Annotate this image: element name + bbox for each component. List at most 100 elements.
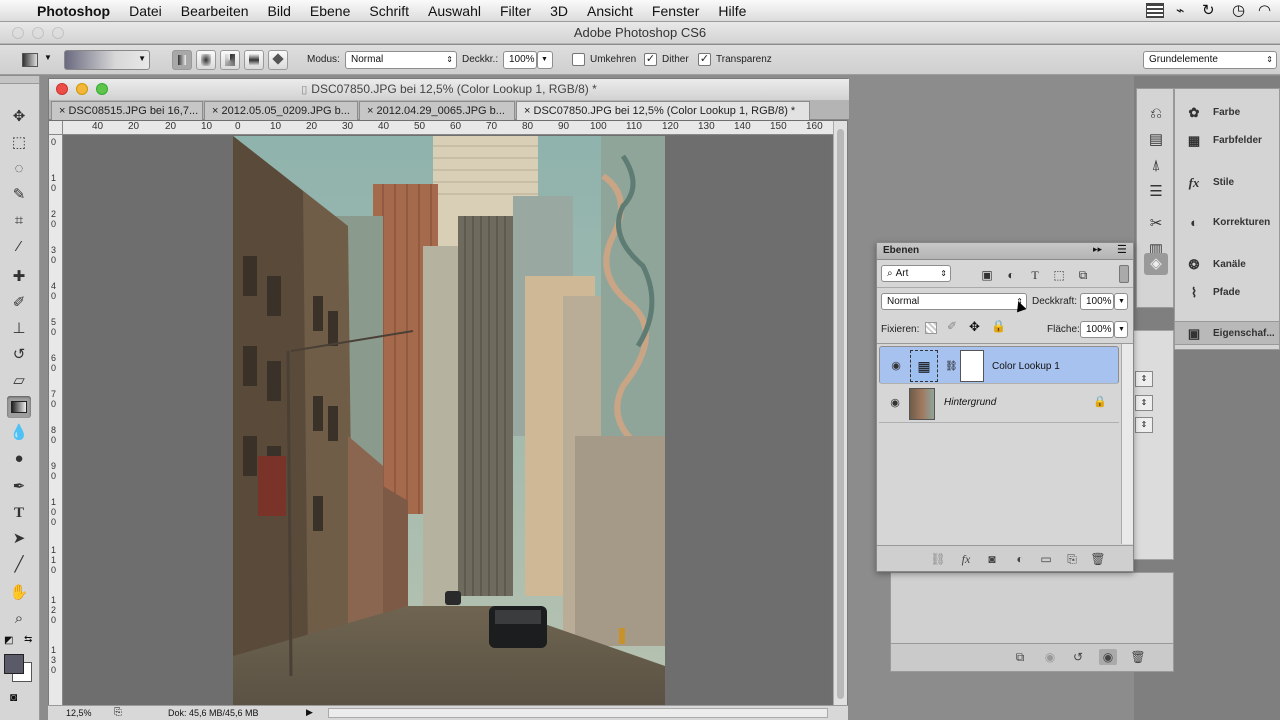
- panel-farbe[interactable]: ✿ Farbe: [1175, 101, 1279, 125]
- deckkr-input[interactable]: 100%: [503, 51, 537, 69]
- menu-fenster[interactable]: Fenster: [652, 3, 699, 19]
- delete-layer-icon[interactable]: 🗑: [1089, 551, 1107, 567]
- stamp-tool-icon[interactable]: ⊥: [7, 318, 31, 340]
- hand-tool-icon[interactable]: ✋: [7, 582, 31, 604]
- doc-close-button[interactable]: [56, 83, 68, 95]
- scrollbar-thumb[interactable]: [837, 129, 844, 699]
- image-thumbnail[interactable]: [909, 388, 935, 420]
- panel-eigenschaften[interactable]: ▣ Eigenschaf...: [1175, 321, 1279, 345]
- clip-to-layer-icon[interactable]: ⧉: [1011, 649, 1029, 665]
- lock-transparent-icon[interactable]: [925, 322, 937, 334]
- timemachine-icon[interactable]: ◷: [1232, 1, 1245, 19]
- menu-bild[interactable]: Bild: [268, 3, 291, 19]
- lock-image-icon[interactable]: ✐: [947, 319, 957, 333]
- fill-input[interactable]: 100%: [1080, 321, 1114, 338]
- tool-preset-arrow-icon[interactable]: ▼: [44, 53, 52, 62]
- collapse-panel-icon[interactable]: ▸▸: [1093, 244, 1102, 255]
- view-previous-icon[interactable]: ◉: [1041, 649, 1059, 665]
- doc-tab-3[interactable]: × 2012.04.29_0065.JPG b...: [359, 101, 515, 120]
- layer-row-color-lookup[interactable]: ◉ ▦ ⛓ Color Lookup 1: [879, 346, 1119, 384]
- ruler-origin[interactable]: [49, 121, 63, 135]
- new-group-icon[interactable]: ▭: [1037, 551, 1055, 567]
- horizontal-ruler[interactable]: 40 20 20 10 0 10 20 30 40 50 60 70 80 90…: [63, 121, 833, 135]
- reflected-gradient-button[interactable]: [244, 50, 264, 70]
- filter-toggle-switch[interactable]: [1119, 265, 1129, 283]
- menu-3d[interactable]: 3D: [550, 3, 568, 19]
- status-menu-icon[interactable]: [1146, 3, 1164, 18]
- prop-stepper-icon[interactable]: ⇕: [1135, 395, 1153, 411]
- doc-tab-1[interactable]: × DSC08515.JPG bei 16,7...: [51, 101, 203, 120]
- tools-panel-header[interactable]: [0, 76, 39, 84]
- tab-close-icon[interactable]: ×: [59, 105, 65, 117]
- brush-tool-icon[interactable]: ✐: [7, 292, 31, 314]
- brush-panel-icon[interactable]: ☰: [1144, 181, 1168, 203]
- tab-close-icon[interactable]: ×: [524, 105, 530, 117]
- link-mask-icon[interactable]: ⛓: [945, 359, 958, 375]
- history-panel-icon[interactable]: ⎌: [1144, 103, 1168, 125]
- filter-shape-icon[interactable]: ⬚: [1051, 267, 1067, 283]
- workspace-select[interactable]: Grundelemente ⇕: [1143, 51, 1277, 69]
- blend-mode-select[interactable]: Normal ⇕: [881, 293, 1027, 310]
- eye-icon[interactable]: ◉: [888, 396, 902, 410]
- new-adjustment-icon[interactable]: ◐: [1011, 551, 1029, 567]
- vertical-scrollbar[interactable]: [833, 121, 847, 711]
- dither-checkbox[interactable]: ✓: [644, 53, 657, 66]
- eye-icon[interactable]: ◉: [889, 358, 903, 372]
- line-tool-icon[interactable]: ╱: [7, 554, 31, 576]
- window-close-button[interactable]: [12, 27, 24, 39]
- panel-kanaele[interactable]: ❂ Kanäle: [1175, 253, 1279, 277]
- layer-style-icon[interactable]: fx: [957, 551, 975, 567]
- dodge-tool-icon[interactable]: ●: [7, 448, 31, 470]
- filter-pixel-icon[interactable]: ▣: [979, 267, 995, 283]
- fill-dropdown-icon[interactable]: ▼: [1114, 321, 1128, 338]
- window-zoom-button[interactable]: [52, 27, 64, 39]
- doc-minimize-button[interactable]: [76, 83, 88, 95]
- modus-select[interactable]: Normal ⇕: [345, 51, 457, 69]
- layer-name[interactable]: Color Lookup 1: [992, 359, 1060, 375]
- radial-gradient-button[interactable]: [196, 50, 216, 70]
- layers-panel-header[interactable]: Ebenen ▸▸ ☰: [877, 243, 1133, 260]
- link-layers-icon[interactable]: ⛓: [929, 551, 947, 567]
- deckkr-dropdown-icon[interactable]: ▼: [537, 51, 553, 69]
- menu-datei[interactable]: Datei: [129, 3, 162, 19]
- gradient-tool-icon[interactable]: [22, 53, 38, 67]
- reset-icon[interactable]: ↺: [1069, 649, 1087, 665]
- menu-ebene[interactable]: Ebene: [310, 3, 350, 19]
- gradient-tool-icon-active[interactable]: [7, 396, 31, 418]
- crop-tool-icon[interactable]: ⌗: [7, 210, 31, 232]
- pen-tool-icon[interactable]: ✒: [7, 476, 31, 498]
- default-colors-icon[interactable]: ◩: [4, 635, 13, 646]
- prop-stepper-icon[interactable]: ⇕: [1135, 371, 1153, 387]
- gradient-picker-arrow-icon[interactable]: ▼: [138, 54, 146, 63]
- quick-select-tool-icon[interactable]: ✎: [7, 184, 31, 206]
- brush-presets-icon[interactable]: ⍋: [1144, 155, 1168, 177]
- opacity-dropdown-icon[interactable]: ▼: [1114, 293, 1128, 310]
- doc-tab-2[interactable]: × 2012.05.05_0209.JPG b...: [204, 101, 358, 120]
- doc-zoom-button[interactable]: [96, 83, 108, 95]
- menu-hilfe[interactable]: Hilfe: [718, 3, 746, 19]
- tab-close-icon[interactable]: ×: [367, 105, 373, 117]
- tab-close-icon[interactable]: ×: [212, 105, 218, 117]
- type-tool-icon[interactable]: T: [7, 502, 31, 524]
- add-mask-icon[interactable]: ◙: [983, 551, 1001, 567]
- filter-type-icon[interactable]: T: [1027, 267, 1043, 283]
- layer-filter-select[interactable]: ⌕ Art ⇕: [881, 265, 951, 282]
- menu-schrift[interactable]: Schrift: [369, 3, 409, 19]
- prop-stepper-icon[interactable]: ⇕: [1135, 417, 1153, 433]
- layers-panel-icon[interactable]: ◈: [1144, 253, 1168, 275]
- menu-auswahl[interactable]: Auswahl: [428, 3, 481, 19]
- panel-menu-icon[interactable]: ☰: [1117, 243, 1127, 256]
- window-minimize-button[interactable]: [32, 27, 44, 39]
- filter-adjustment-icon[interactable]: ◐: [1003, 267, 1019, 283]
- linear-gradient-button[interactable]: [172, 50, 192, 70]
- doc-tab-4-active[interactable]: × DSC07850.JPG bei 12,5% (Color Lookup 1…: [516, 101, 810, 120]
- menu-photoshop[interactable]: Photoshop: [37, 3, 110, 19]
- menu-ansicht[interactable]: Ansicht: [587, 3, 633, 19]
- visibility-icon[interactable]: ◉: [1099, 649, 1117, 665]
- zoom-level[interactable]: 12,5%: [66, 708, 92, 718]
- layer-row-hintergrund[interactable]: ◉ Hintergrund 🔒: [879, 385, 1119, 423]
- lasso-tool-icon[interactable]: ◌: [7, 158, 31, 180]
- eyedropper-tool-icon[interactable]: ⁄: [7, 236, 31, 258]
- zoom-tool-icon[interactable]: ⌕: [7, 608, 31, 630]
- history-brush-tool-icon[interactable]: ↺: [7, 344, 31, 366]
